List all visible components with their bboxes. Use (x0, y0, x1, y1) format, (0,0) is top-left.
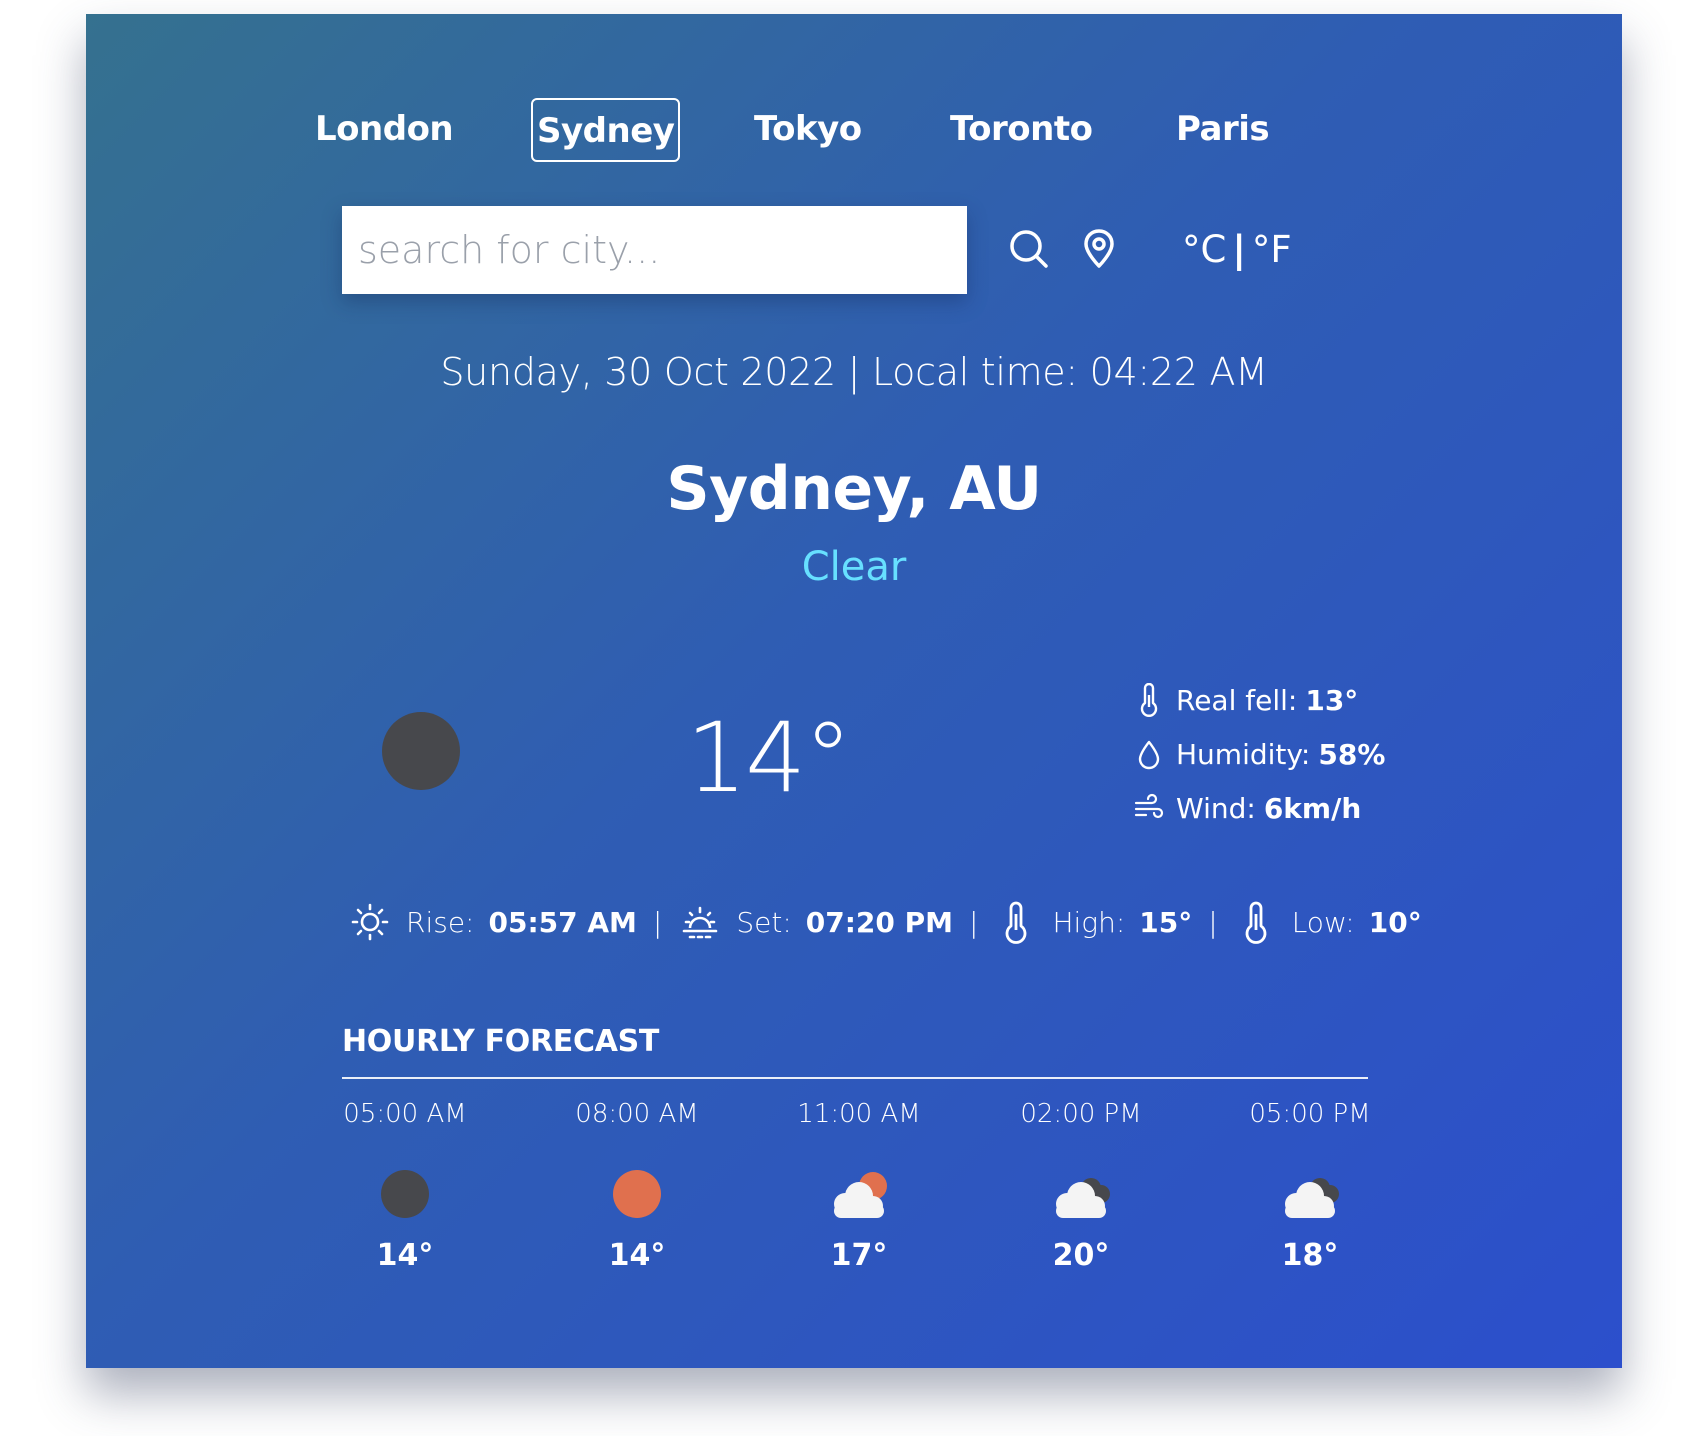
search-input[interactable] (342, 206, 967, 294)
partly-cloudy-icon (834, 1172, 887, 1218)
droplet-icon (1138, 740, 1160, 770)
sunset-label: Set: (736, 905, 792, 939)
low-value: 10° (1368, 905, 1422, 939)
fahrenheit-button[interactable]: °F (1252, 228, 1292, 271)
wind-row: Wind: 6km/h (1132, 786, 1361, 830)
wind-icon (1134, 793, 1164, 819)
feels-like-value: 13° (1305, 683, 1359, 717)
forecast-title: HOURLY FORECAST (342, 1024, 660, 1059)
forecast-temp: 14° (376, 1238, 434, 1273)
sunrise-label: Rise: (406, 905, 475, 939)
current-temperature: 14° (686, 702, 852, 814)
high-label: High: (1052, 905, 1126, 939)
forecast-time: 05:00 AM (343, 1099, 467, 1129)
moon-icon (382, 712, 460, 790)
forecast-temp: 14° (608, 1238, 666, 1273)
unit-toggle: °C | °F (1182, 222, 1292, 278)
broken-clouds-icon (1285, 1178, 1339, 1218)
sun-icon (613, 1170, 661, 1218)
location-pin-icon[interactable] (1072, 222, 1126, 276)
local-datetime: Sunday, 30 Oct 2022 | Local time: 04:22 … (440, 350, 1268, 394)
forecast-item: 11:00 AM 17° (769, 1096, 949, 1273)
forecast-time: 08:00 AM (575, 1099, 699, 1129)
forecast-temp: 17° (830, 1238, 888, 1273)
forecast-item: 02:00 PM 20° (991, 1096, 1171, 1273)
nav-city-paris[interactable]: Paris (1176, 98, 1270, 162)
location-title: Sydney, AU (666, 454, 1042, 524)
celsius-button[interactable]: °C (1182, 228, 1226, 271)
thermometer-high-icon (1006, 901, 1027, 944)
sunset-value: 07:20 PM (805, 905, 954, 939)
wind-label: Wind: (1176, 791, 1256, 825)
low-label: Low: (1291, 905, 1355, 939)
nav-city-tokyo[interactable]: Tokyo (754, 98, 862, 162)
forecast-item: 05:00 AM 14° (315, 1096, 495, 1273)
nav-city-sydney[interactable]: Sydney (531, 98, 681, 162)
forecast-time: 05:00 PM (1249, 1099, 1371, 1129)
forecast-temp: 18° (1281, 1238, 1339, 1273)
feels-like-row: Real fell: 13° (1132, 678, 1358, 722)
forecast-time: 11:00 AM (797, 1099, 921, 1129)
separator: | (1208, 905, 1218, 939)
sunrise-icon (351, 903, 389, 941)
humidity-label: Humidity: (1176, 737, 1311, 771)
feels-like-label: Real fell: (1176, 683, 1298, 717)
unit-separator: | (1232, 228, 1246, 271)
sun-info-row: Rise: 05:57 AM | Set: 07:20 PM | High: 1… (348, 894, 1422, 950)
humidity-row: Humidity: 58% (1132, 732, 1385, 776)
wind-value: 6km/h (1263, 791, 1362, 825)
forecast-item: 08:00 AM 14° (547, 1096, 727, 1273)
weather-condition: Clear (801, 544, 907, 590)
humidity-value: 58% (1318, 737, 1386, 771)
forecast-temp: 20° (1052, 1238, 1110, 1273)
sunset-icon (683, 906, 718, 939)
nav-city-london[interactable]: London (315, 98, 454, 162)
moon-icon (381, 1170, 429, 1218)
thermometer-icon (1140, 683, 1158, 717)
thermometer-low-icon (1245, 901, 1267, 944)
broken-clouds-icon (1056, 1178, 1110, 1218)
search-icon[interactable] (1002, 222, 1056, 276)
forecast-divider (342, 1077, 1368, 1079)
weather-card: London Sydney Tokyo Toronto Paris °C|°F … (86, 14, 1622, 1368)
sunrise-value: 05:57 AM (488, 905, 637, 939)
nav-city-toronto[interactable]: Toronto (950, 98, 1093, 162)
separator: | (969, 905, 979, 939)
forecast-item: 05:00 PM 18° (1220, 1096, 1400, 1273)
forecast-time: 02:00 PM (1020, 1099, 1142, 1129)
high-value: 15° (1139, 905, 1193, 939)
separator: | (652, 905, 663, 939)
